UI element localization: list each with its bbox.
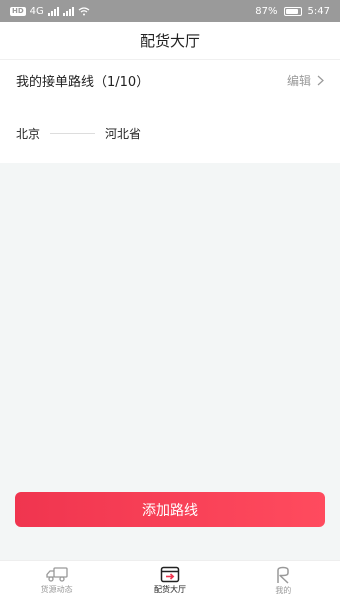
- status-bar: HD 4G 87% 5:47: [0, 0, 340, 22]
- route-item[interactable]: 北京 河北省: [0, 108, 340, 158]
- tab-supply-updates[interactable]: 货源动态: [0, 561, 113, 600]
- route-connector: [50, 132, 96, 134]
- network-type: 4G: [29, 5, 44, 17]
- truck-icon: [46, 567, 68, 582]
- battery-percent: 87%: [255, 5, 278, 17]
- chevron-right-icon: [317, 75, 324, 85]
- tab-dispatch-hall[interactable]: 配货大厅: [113, 561, 226, 600]
- tab-label: 配货大厅: [153, 585, 186, 594]
- tab-label: 我的: [275, 585, 292, 595]
- status-left: HD 4G: [10, 6, 90, 17]
- app-header: 配货大厅: [0, 22, 340, 60]
- tab-profile[interactable]: 我的: [227, 561, 340, 600]
- route-panel: 我的接单路线（1/10） 编辑 北京 河北省: [0, 60, 340, 163]
- dispatch-box-icon: [160, 566, 180, 583]
- route-from: 北京: [16, 126, 41, 141]
- route-panel-header: 我的接单路线（1/10） 编辑: [0, 60, 340, 100]
- wifi-icon: [78, 6, 90, 15]
- hd-badge: HD: [10, 6, 26, 16]
- add-route-button[interactable]: 添加路线: [15, 492, 325, 527]
- signal-icon-2: [62, 6, 74, 16]
- signal-icon: [47, 6, 59, 16]
- route-to: 河北省: [105, 126, 142, 141]
- status-right: 87% 5:47: [255, 6, 330, 17]
- page-title: 配货大厅: [139, 32, 200, 50]
- tab-label: 货源动态: [40, 585, 73, 594]
- status-time: 5:47: [307, 5, 330, 17]
- battery-icon: [283, 6, 302, 16]
- edit-button[interactable]: 编辑: [287, 72, 324, 89]
- bottom-tab-bar: 货源动态 配货大厅 我的: [0, 560, 340, 600]
- route-panel-title: 我的接单路线（1/10）: [16, 74, 150, 90]
- profile-icon: [277, 566, 290, 584]
- edit-label: 编辑: [286, 73, 311, 88]
